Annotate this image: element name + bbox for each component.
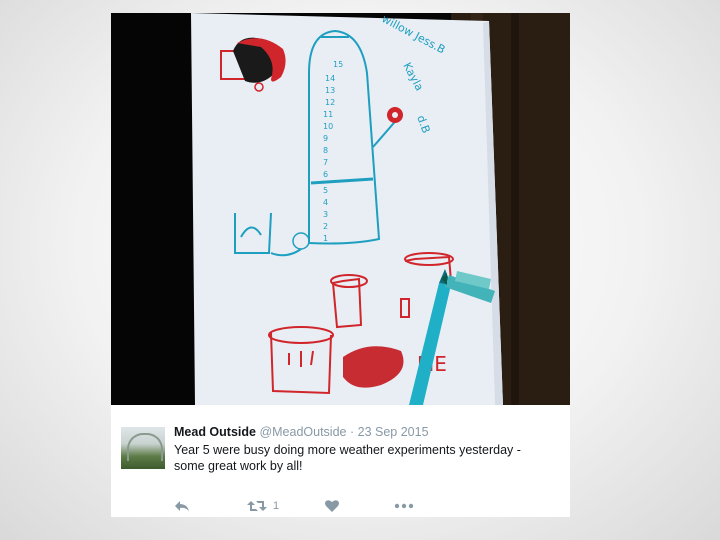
svg-text:9: 9 xyxy=(323,134,328,143)
tweet-header: Mead Outside @MeadOutside · 23 Sep 2015 xyxy=(174,425,429,439)
svg-text:15: 15 xyxy=(333,60,343,69)
reply-arrow-icon xyxy=(175,501,189,511)
heart-icon xyxy=(325,500,339,512)
svg-text:5: 5 xyxy=(323,186,328,195)
reply-button[interactable] xyxy=(174,497,190,515)
svg-text:6: 6 xyxy=(323,170,328,179)
separator-dot: · xyxy=(349,425,355,439)
svg-text:12: 12 xyxy=(325,98,335,107)
avatar[interactable] xyxy=(121,427,165,469)
photo-drawing: 15 14 13 12 11 10 9 8 7 6 5 4 3 2 1 will… xyxy=(191,13,570,405)
display-name[interactable]: Mead Outside xyxy=(174,425,256,439)
tweet-date[interactable]: 23 Sep 2015 xyxy=(358,425,429,439)
user-handle[interactable]: @MeadOutside xyxy=(259,425,346,439)
retweet-icon xyxy=(247,501,267,511)
more-button[interactable] xyxy=(394,497,414,515)
retweet-button[interactable]: 1 xyxy=(247,497,279,515)
tweet-actions: 1 xyxy=(174,497,434,515)
ellipsis-icon xyxy=(394,503,414,509)
tweet-body: Mead Outside @MeadOutside · 23 Sep 2015 … xyxy=(111,405,570,517)
tweet-photo[interactable]: 15 14 13 12 11 10 9 8 7 6 5 4 3 2 1 will… xyxy=(111,13,570,405)
svg-text:2: 2 xyxy=(323,222,328,231)
svg-text:4: 4 xyxy=(323,198,328,207)
svg-text:1: 1 xyxy=(323,234,328,243)
svg-text:7: 7 xyxy=(323,158,328,167)
tweet-card[interactable]: 15 14 13 12 11 10 9 8 7 6 5 4 3 2 1 will… xyxy=(111,13,570,517)
retweet-count: 1 xyxy=(273,500,280,512)
svg-text:3: 3 xyxy=(323,210,328,219)
tweet-text: Year 5 were busy doing more weather expe… xyxy=(174,443,521,473)
svg-text:8: 8 xyxy=(323,146,328,155)
svg-text:10: 10 xyxy=(323,122,333,131)
svg-text:11: 11 xyxy=(323,110,333,119)
paper-sheet xyxy=(191,13,503,405)
like-button[interactable] xyxy=(324,497,340,515)
svg-text:13: 13 xyxy=(325,86,335,95)
svg-text:14: 14 xyxy=(325,74,335,83)
